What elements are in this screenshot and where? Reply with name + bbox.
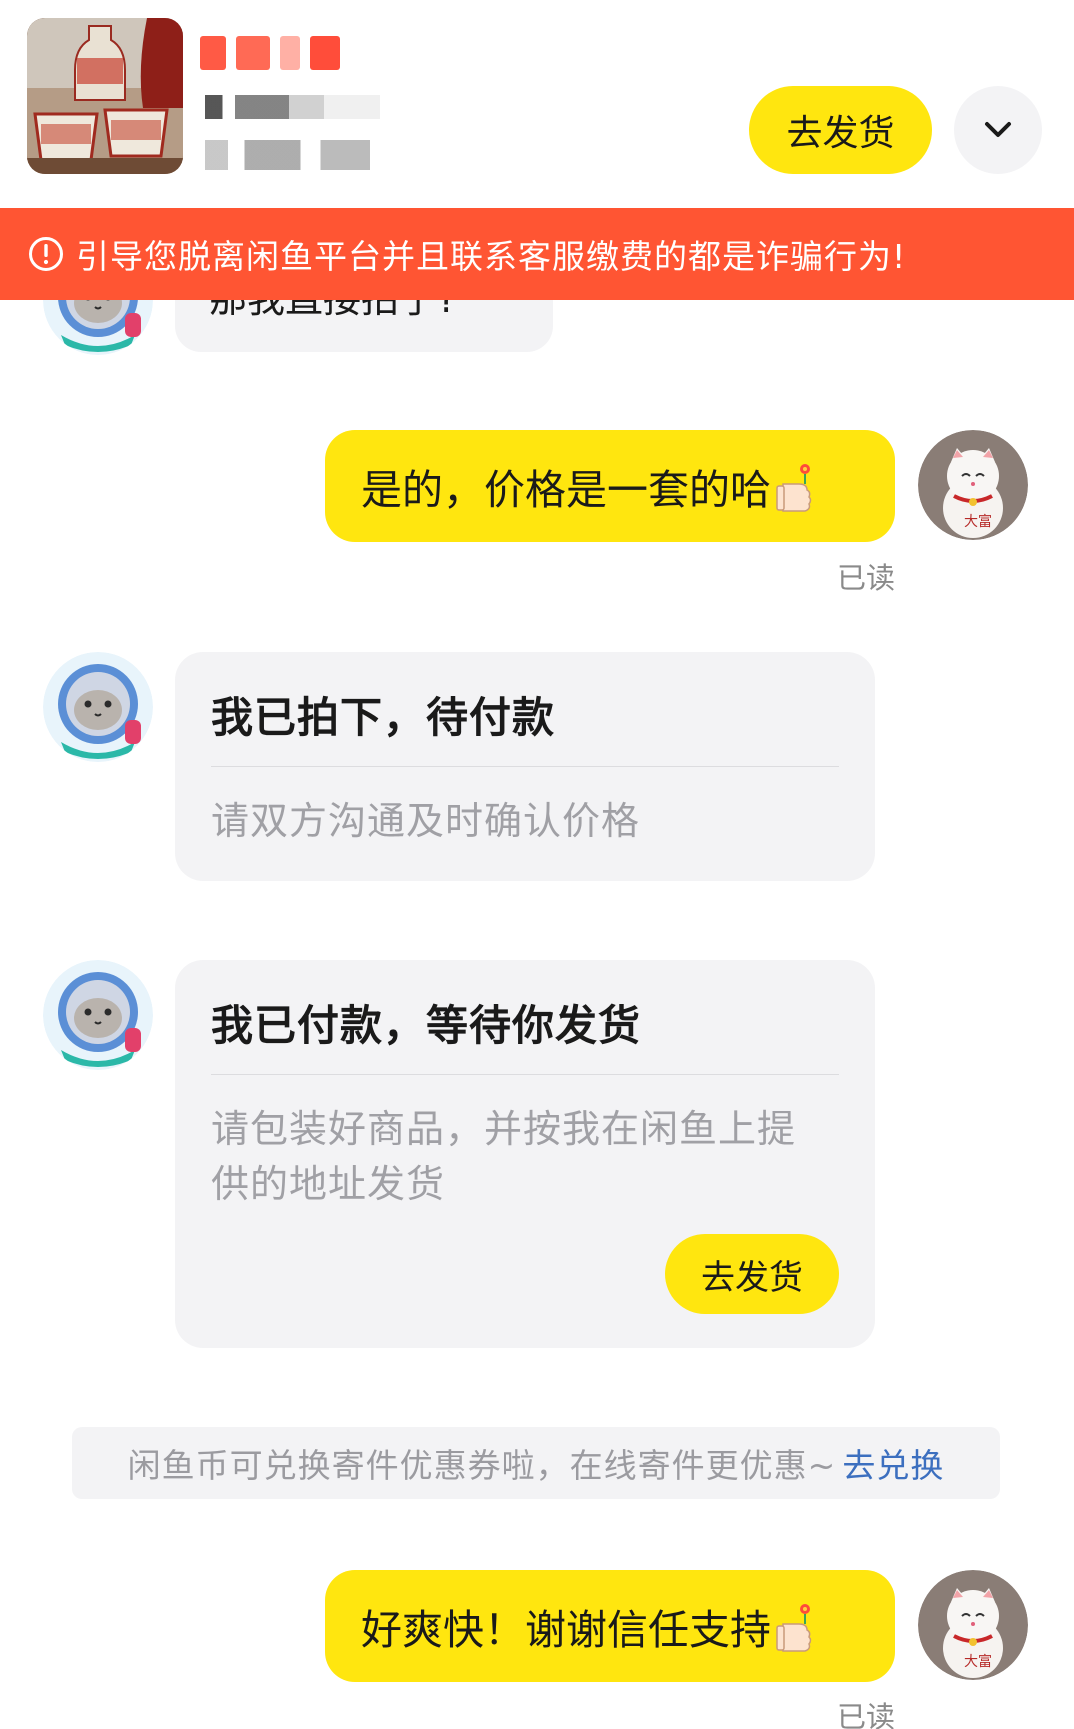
coin-exchange-tip: 闲鱼币可兑换寄件优惠券啦，在线寄件更优惠~ 去兑换 bbox=[72, 1427, 1000, 1499]
card-divider bbox=[211, 766, 839, 767]
lucky-cat-avatar-icon: 大富 bbox=[918, 430, 1028, 540]
exchange-link[interactable]: 去兑换 bbox=[842, 1439, 944, 1487]
tip-text: 闲鱼币可兑换寄件优惠券啦，在线寄件更优惠~ bbox=[127, 1446, 837, 1485]
expand-button[interactable] bbox=[954, 86, 1042, 174]
buyer-avatar[interactable] bbox=[43, 652, 153, 762]
chevron-down-icon bbox=[985, 122, 1011, 137]
card-subtitle: 请双方沟通及时确认价格 bbox=[211, 799, 641, 843]
message-text: 是的，价格是一套的哈 bbox=[361, 466, 771, 514]
read-status: 已读 bbox=[836, 561, 895, 595]
seller-avatar[interactable]: 大富 bbox=[918, 1570, 1028, 1680]
ship-button[interactable]: 去发货 bbox=[749, 86, 932, 174]
card-subtitle: 请包装好商品，并按我在闲鱼上提 供的地址发货 bbox=[211, 1102, 825, 1212]
card-divider bbox=[211, 1074, 839, 1075]
product-status-blurred bbox=[205, 140, 370, 170]
cat-astronaut-avatar-icon bbox=[43, 652, 153, 762]
product-photo-icon bbox=[27, 18, 183, 174]
product-thumbnail[interactable] bbox=[27, 18, 183, 174]
warning-text: 引导您脱离闲鱼平台并且联系客服缴费的都是诈骗行为! bbox=[76, 237, 907, 276]
svg-text:大富: 大富 bbox=[964, 1653, 992, 1670]
order-placed-card[interactable]: 我已拍下，待付款 请双方沟通及时确认价格 bbox=[175, 652, 875, 881]
product-price-blurred bbox=[205, 95, 380, 119]
seller-avatar[interactable]: 大富 bbox=[918, 430, 1028, 540]
outgoing-message-bubble[interactable]: 是的，价格是一套的哈 bbox=[325, 430, 895, 542]
card-title: 我已拍下，待付款 bbox=[211, 693, 556, 742]
card-subtitle-line: 供的地址发货 bbox=[211, 1162, 446, 1206]
payment-done-card[interactable]: 我已付款，等待你发货 请包装好商品，并按我在闲鱼上提 供的地址发货 去发货 bbox=[175, 960, 875, 1348]
exclamation-circle-icon bbox=[29, 237, 63, 271]
chat-header: 去发货 bbox=[0, 0, 1074, 208]
lucky-cat-avatar-icon: 大富 bbox=[918, 1570, 1028, 1680]
card-subtitle-line: 请包装好商品，并按我在闲鱼上提 bbox=[211, 1107, 797, 1151]
message-text: 好爽快！谢谢信任支持 bbox=[361, 1606, 771, 1654]
thumbs-up-flower-icon bbox=[776, 464, 812, 512]
read-status: 已读 bbox=[836, 1700, 895, 1729]
fraud-warning-banner: 引导您脱离闲鱼平台并且联系客服缴费的都是诈骗行为! bbox=[0, 208, 1074, 300]
svg-text:大富: 大富 bbox=[964, 513, 992, 530]
cat-astronaut-avatar-icon bbox=[43, 960, 153, 1070]
outgoing-message-bubble[interactable]: 好爽快！谢谢信任支持 bbox=[325, 1570, 895, 1682]
thumbs-up-flower-icon bbox=[776, 1604, 812, 1652]
buyer-avatar[interactable] bbox=[43, 960, 153, 1070]
card-ship-button[interactable]: 去发货 bbox=[665, 1234, 839, 1314]
card-title: 我已付款，等待你发货 bbox=[211, 1001, 642, 1050]
seller-name-blurred bbox=[200, 36, 340, 70]
chat-screen: 去发货 引导您脱离闲鱼平台并且联系客服缴费的都是诈骗行为! 那我 bbox=[0, 0, 1074, 1729]
